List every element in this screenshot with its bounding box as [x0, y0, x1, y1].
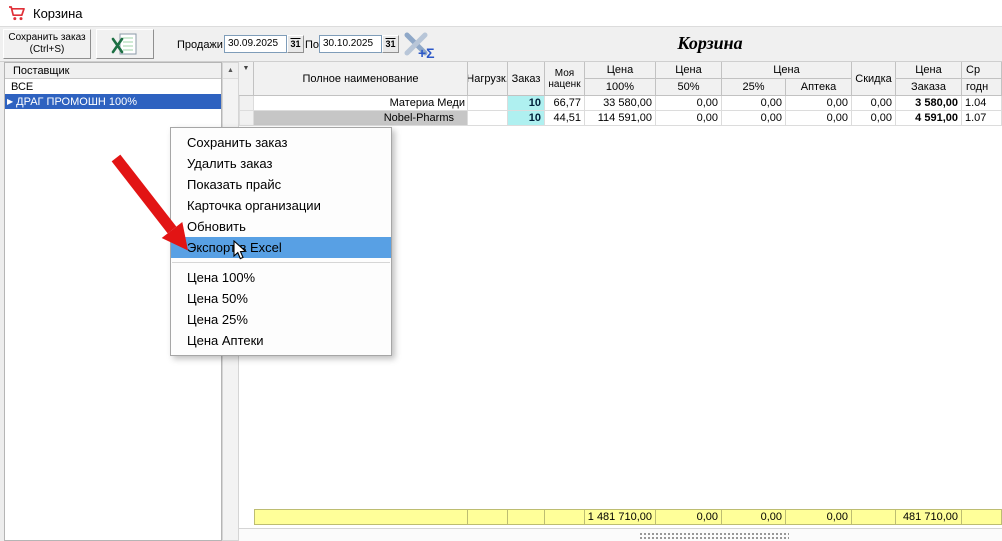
totals-price-50: 0,00	[656, 509, 722, 525]
cell-order-price[interactable]: 4 591,00	[896, 111, 962, 126]
toolbar: Сохранить заказ (Ctrl+S) Продажи 30.09.2…	[0, 26, 1002, 62]
totals-name-cell	[254, 509, 468, 525]
totals-order-price: 481 710,00	[896, 509, 962, 525]
menu-separator	[172, 262, 390, 263]
col-header-price-50-top: Цена	[656, 62, 722, 79]
to-label: По	[305, 39, 319, 51]
supplier-column-header: Поставщик	[5, 63, 221, 79]
cell-price-pharmacy[interactable]: 0,00	[786, 96, 852, 111]
cell-price-100[interactable]: 33 580,00	[585, 96, 656, 111]
sum-button[interactable]: +Σ	[398, 28, 438, 62]
col-header-price-25-sub: 25%	[722, 79, 786, 96]
cell-load[interactable]	[468, 111, 508, 126]
menu-item-delete-order[interactable]: Удалить заказ	[171, 153, 391, 174]
cell-shelf[interactable]: 1.04	[962, 96, 1002, 111]
column-menu-icon[interactable]: ▼	[239, 62, 254, 96]
date-from-calendar-button[interactable]: 31	[287, 35, 304, 53]
totals-price-100: 1 481 710,00	[585, 509, 656, 525]
cell-order-price[interactable]: 3 580,00	[896, 96, 962, 111]
menu-item-save-order[interactable]: Сохранить заказ	[171, 132, 391, 153]
svg-text:+Σ: +Σ	[418, 45, 435, 61]
col-header-discount: Скидка	[852, 62, 896, 96]
cell-name[interactable]: Nobel-Pharms	[254, 111, 468, 126]
date-from-field[interactable]: 30.09.2025	[224, 35, 287, 53]
cell-price-25[interactable]: 0,00	[722, 96, 786, 111]
cell-markup[interactable]: 66,77	[545, 96, 585, 111]
window-title: Корзина	[33, 6, 83, 21]
horizontal-scrollbar[interactable]	[239, 528, 1002, 541]
totals-price-25: 0,00	[722, 509, 786, 525]
cell-discount[interactable]: 0,00	[852, 111, 896, 126]
context-menu: Сохранить заказ Удалить заказ Показать п…	[170, 127, 392, 356]
totals-markup-cell	[545, 509, 585, 525]
sidebar-item-label: ДРАГ ПРОМОШН 100%	[16, 96, 137, 108]
cell-shelf[interactable]: 1.07	[962, 111, 1002, 126]
col-header-markup-line2: наценк	[548, 79, 580, 90]
cell-price-50[interactable]: 0,00	[656, 111, 722, 126]
cell-order[interactable]: 10	[508, 111, 545, 126]
save-order-button[interactable]: Сохранить заказ (Ctrl+S)	[3, 29, 91, 59]
col-header-price-50-sub: 50%	[656, 79, 722, 96]
cell-discount[interactable]: 0,00	[852, 96, 896, 111]
menu-item-show-price[interactable]: Показать прайс	[171, 174, 391, 195]
col-header-shelf-sub: годн	[962, 79, 1002, 96]
menu-item-price-50[interactable]: Цена 50%	[171, 288, 391, 309]
date-to-field[interactable]: 30.10.2025	[319, 35, 382, 53]
page-title: Корзина	[440, 33, 980, 54]
col-header-price-group: Цена	[722, 62, 852, 79]
export-excel-button[interactable]	[96, 29, 154, 59]
cart-icon	[8, 5, 26, 21]
cell-price-pharmacy[interactable]: 0,00	[786, 111, 852, 126]
col-header-price-pharmacy-sub: Аптека	[786, 79, 852, 96]
col-header-price-100-top: Цена	[585, 62, 656, 79]
cell-price-50[interactable]: 0,00	[656, 96, 722, 111]
col-header-order: Заказ	[508, 62, 545, 96]
menu-item-price-25[interactable]: Цена 25%	[171, 309, 391, 330]
excel-icon	[110, 32, 140, 56]
cell-markup[interactable]: 44,51	[545, 111, 585, 126]
menu-item-export-excel[interactable]: Экспорт в Excel	[171, 237, 391, 258]
cell-price-25[interactable]: 0,00	[722, 111, 786, 126]
sum-icon: +Σ	[400, 29, 436, 61]
date-to-calendar-button[interactable]: 31	[382, 35, 399, 53]
col-header-markup: Моя наценк	[545, 62, 585, 96]
cell-order[interactable]: 10	[508, 96, 545, 111]
col-header-order-price-sub: Заказа	[896, 79, 962, 96]
col-header-load: Нагрузк.	[468, 62, 508, 96]
totals-discount-cell	[852, 509, 896, 525]
save-order-shortcut: (Ctrl+S)	[30, 44, 65, 56]
row-indicator-cell	[239, 96, 254, 111]
col-header-order-price-top: Цена	[896, 62, 962, 79]
menu-item-refresh[interactable]: Обновить	[171, 216, 391, 237]
cell-name[interactable]: Материа Меди	[254, 96, 468, 111]
totals-load-cell	[468, 509, 508, 525]
scroll-up-icon[interactable]: ▲	[223, 63, 238, 79]
sidebar-item-all[interactable]: ВСЕ	[5, 79, 221, 94]
sales-label: Продажи	[177, 39, 223, 51]
col-header-price-100-sub: 100%	[585, 79, 656, 96]
current-row-icon: ▶	[7, 98, 13, 106]
menu-item-price-100[interactable]: Цена 100%	[171, 267, 391, 288]
menu-item-org-card[interactable]: Карточка организации	[171, 195, 391, 216]
save-order-label: Сохранить заказ	[8, 32, 85, 44]
cell-price-100[interactable]: 114 591,00	[585, 111, 656, 126]
menu-item-price-pharmacy[interactable]: Цена Аптеки	[171, 330, 391, 351]
totals-shelf-cell	[962, 509, 1002, 525]
sidebar-item-drag-promotion[interactable]: ▶ ДРАГ ПРОМОШН 100%	[5, 94, 221, 109]
titlebar: Корзина	[0, 0, 1002, 26]
horizontal-scrollbar-thumb[interactable]	[639, 532, 789, 540]
cell-load[interactable]	[468, 96, 508, 111]
row-indicator-cell	[239, 111, 254, 126]
totals-price-pharmacy: 0,00	[786, 509, 852, 525]
col-header-markup-line1: Моя	[555, 68, 574, 79]
app-window: Корзина Сохранить заказ (Ctrl+S) Продажи…	[0, 0, 1002, 541]
col-header-shelf-top: Ср	[962, 62, 1002, 79]
col-header-name: Полное наименование	[254, 62, 468, 96]
totals-order-cell	[508, 509, 545, 525]
